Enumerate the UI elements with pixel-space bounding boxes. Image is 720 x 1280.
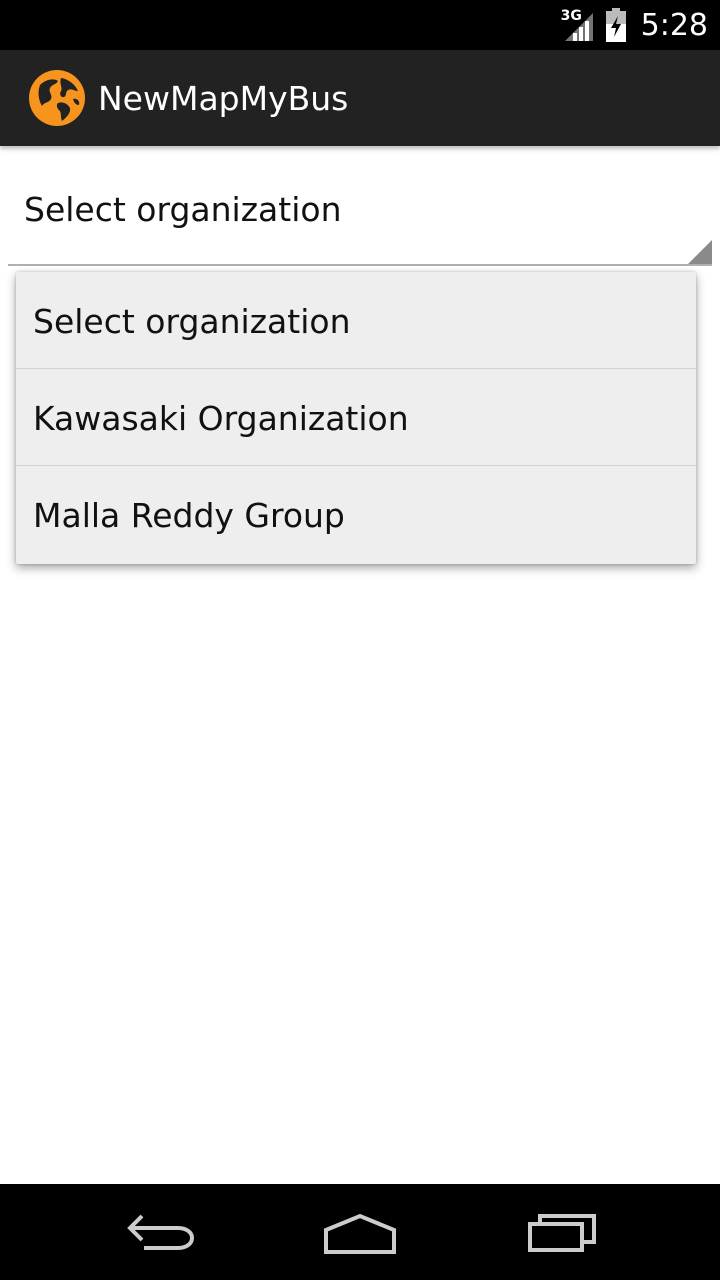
battery-icon — [605, 8, 626, 42]
home-icon[interactable] — [320, 1202, 400, 1262]
action-bar: NewMapMyBus — [0, 50, 720, 146]
signal-icon — [564, 13, 593, 41]
status-bar: 3G 5:28 — [0, 0, 720, 50]
recent-apps-icon[interactable] — [522, 1202, 602, 1262]
dropdown-item-select-organization[interactable]: Select organization — [16, 272, 696, 369]
organization-spinner[interactable]: Select organization — [8, 146, 712, 266]
dropdown-item-label: Kawasaki Organization — [33, 399, 409, 438]
screen: 3G 5:28 NewMapMyBus Select organization … — [0, 0, 720, 1280]
dropdown-item-kawasaki-organization[interactable]: Kawasaki Organization — [16, 369, 696, 466]
dropdown-item-label: Select organization — [33, 302, 351, 341]
dropdown-item-malla-reddy-group[interactable]: Malla Reddy Group — [16, 466, 696, 563]
app-title: NewMapMyBus — [98, 78, 349, 118]
signal-indicator: 3G — [561, 9, 595, 41]
dropdown-item-label: Malla Reddy Group — [33, 496, 345, 535]
status-icons: 3G 5:28 — [561, 0, 708, 50]
navigation-bar — [0, 1184, 720, 1280]
spinner-selected-value: Select organization — [24, 190, 342, 229]
globe-icon[interactable] — [28, 69, 86, 127]
spinner-arrow-icon — [688, 240, 712, 264]
organization-dropdown: Select organization Kawasaki Organizatio… — [16, 272, 696, 564]
back-icon[interactable] — [120, 1202, 200, 1262]
clock: 5:28 — [640, 7, 708, 43]
